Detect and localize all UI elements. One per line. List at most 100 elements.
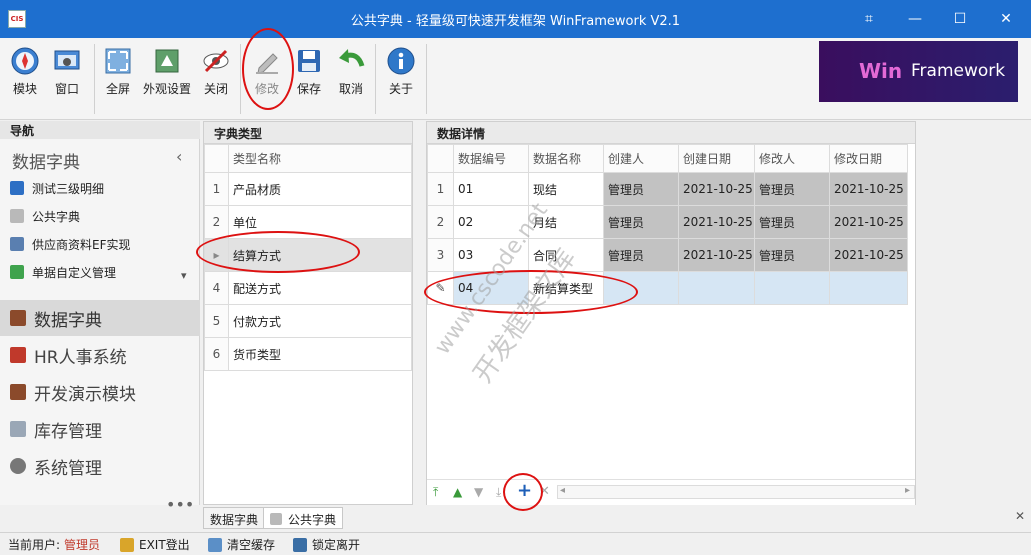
nav-group-dev-demo[interactable]: 开发演示模块 [0,374,200,410]
collapse-icon[interactable]: ‹ [176,147,182,166]
tab-public-dict[interactable]: 公共字典 [263,507,344,529]
highlight-circle-edit [242,28,294,110]
tab-data-dict[interactable]: 数据字典 [203,507,266,529]
database-icon [10,421,26,437]
winframework-logo: Win Framework [819,41,1018,102]
close-view-button[interactable]: 关闭 [193,46,239,116]
prev-record-icon[interactable]: ▲ [453,485,462,499]
name-cell[interactable]: 现结 [528,172,604,206]
table-row[interactable]: 4 配送方式 [204,271,412,305]
window-label: 窗口 [54,82,79,96]
logout-icon [120,537,134,552]
modifier-cell: 管理员 [754,172,830,206]
lock-label: 锁定离开 [312,538,361,552]
cancel-button[interactable]: 取消 [328,46,374,116]
logo-text-win: Win [859,59,903,83]
logo-text-framework: Framework [911,61,1006,81]
lock-button[interactable]: 锁定离开 [293,536,360,553]
scroll-left-icon[interactable]: ◂ [560,485,565,496]
clear-cache-button[interactable]: 清空缓存 [208,536,275,553]
modified-date-cell [829,271,908,305]
modified-date-cell: 2021-10-25 [829,205,908,239]
cube-icon [270,513,282,525]
close-eye-icon [203,49,229,73]
about-label: 关于 [388,82,413,96]
code-cell[interactable]: 01 [453,172,529,206]
nav-item-label: 公共字典 [32,209,81,224]
maximize-button[interactable]: ☐ [948,8,972,30]
column-header[interactable]: 创建人 [603,144,679,173]
more-icon[interactable]: ••• [166,495,194,514]
cube-icon [10,209,24,223]
module-button[interactable]: 模块 [2,46,48,116]
close-window-button[interactable]: ✕ [994,8,1018,30]
nav-item-label: 测试三级明细 [32,181,105,196]
ribbon-separator [426,44,427,114]
close-view-label: 关闭 [203,82,228,96]
creator-cell: 管理员 [603,172,679,206]
table-row[interactable]: 1 产品材质 [204,172,412,206]
horizontal-scrollbar[interactable]: ◂ ▸ [557,485,915,499]
nav-group-label: 数据字典 [34,310,102,331]
table-row[interactable]: 6 货币类型 [204,337,412,371]
nav-group-inventory[interactable]: 库存管理 [0,411,200,447]
type-name-cell[interactable]: 配送方式 [228,271,412,305]
column-header[interactable]: 修改人 [754,144,830,173]
tab-label: 公共字典 [288,513,337,527]
nav-group-hr[interactable]: HR人事系统 [0,337,200,373]
table-row[interactable]: 2 02 月结 管理员 2021-10-25 管理员 2021-10-25 [427,205,908,239]
close-tab-icon[interactable]: ✕ [1015,509,1025,523]
current-user: 当前用户: 管理员 [8,536,100,553]
compass-icon [11,47,39,75]
ribbon-separator [375,44,376,114]
creator-cell: 管理员 [603,205,679,239]
table-header-row: 数据编号 数据名称 创建人 创建日期 修改人 修改日期 [427,144,908,173]
lock-icon [293,537,307,552]
nav-item-public-dict[interactable]: 公共字典 [10,203,80,229]
next-record-icon[interactable]: ▼ [474,485,483,499]
type-name-cell[interactable]: 产品材质 [228,172,412,206]
column-header[interactable]: 数据编号 [453,144,529,173]
row-number: 3 [427,238,454,272]
ribbon-separator [240,44,241,114]
column-header[interactable]: 修改日期 [829,144,908,173]
title-bar: CIS 公共字典 - 轻量级可快速开发框架 WinFramework V2.1 … [0,0,1031,38]
last-record-icon[interactable]: ⤓ [496,485,501,500]
table-row[interactable]: 1 01 现结 管理员 2021-10-25 管理员 2021-10-25 [427,172,908,206]
column-header[interactable]: 数据名称 [528,144,604,173]
fullscreen-icon [105,48,131,74]
dict-types-panel: 字典类型 类型名称 1 产品材质 2 单位 ▸ 结算方式 4 配送方式 5 付款方式 6货… [203,121,413,505]
nav-group-data-dict[interactable]: 数据字典 [0,300,200,336]
creator-cell: 管理员 [603,238,679,272]
scroll-down-icon[interactable]: ▾ [181,269,187,282]
hr-icon [10,347,26,363]
dict-types-title: 字典类型 [204,122,412,144]
table-row[interactable]: 5 付款方式 [204,304,412,338]
user-label: 当前用户: [8,538,61,552]
settings-icon[interactable]: ⌗ [857,8,881,30]
nav-group-system[interactable]: 系统管理 [0,448,200,484]
module-label: 模块 [12,82,37,96]
type-name-cell[interactable]: 货币类型 [228,337,412,371]
column-header[interactable]: 类型名称 [228,144,412,173]
nav-item-custom-form[interactable]: 单据自定义管理 [10,259,116,285]
window-menu-button[interactable]: 窗口 [44,46,90,116]
type-name-cell[interactable]: 付款方式 [228,304,412,338]
scroll-right-icon[interactable]: ▸ [905,485,910,496]
nav-item-test-detail[interactable]: 测试三级明细 [10,175,104,201]
minimize-button[interactable]: — [903,8,927,30]
first-record-icon[interactable]: ⤒ [433,485,438,500]
row-number: 1 [427,172,454,206]
row-number-header [427,144,454,173]
about-button[interactable]: 关于 [378,46,424,116]
appearance-button[interactable]: 外观设置 [141,46,193,116]
nav-group-label: 开发演示模块 [34,384,136,405]
column-header[interactable]: 创建日期 [678,144,755,173]
nav-item-label: 单据自定义管理 [32,265,117,280]
fullscreen-button[interactable]: 全屏 [95,46,141,116]
row-number: 1 [204,172,229,206]
logout-button[interactable]: EXIT登出 [120,536,190,553]
row-number: 5 [204,304,229,338]
nav-item-supplier[interactable]: 供应商资料EF实现 [10,231,131,257]
nav-header: 导航 [0,121,200,139]
